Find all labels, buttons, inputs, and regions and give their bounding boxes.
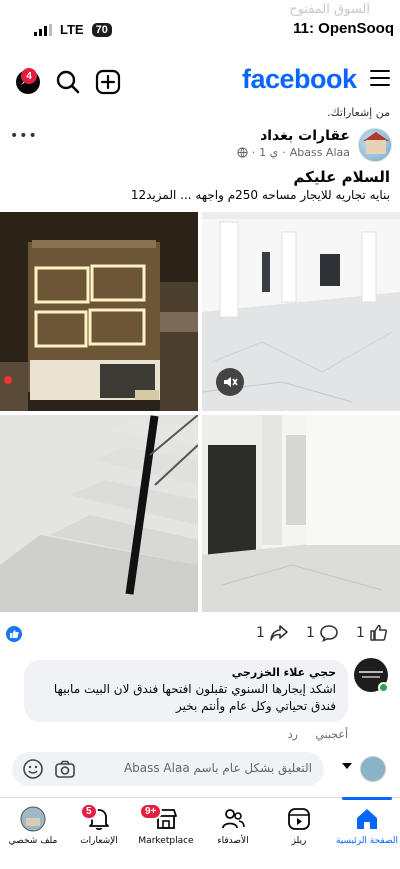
comment-button[interactable]: 1 (306, 624, 339, 642)
nav-marketplace[interactable]: 9+ Marketplace (133, 802, 199, 862)
facebook-logo[interactable]: facebook (242, 64, 357, 95)
reaction-bar: 1 1 1 (0, 622, 400, 646)
app-header: 4 facebook (0, 60, 400, 104)
nav-label: الإشعارات (80, 836, 118, 846)
speaker-muted-icon (224, 377, 238, 387)
post-author[interactable]: Abass Alaa (290, 146, 350, 159)
notification-badge: 5 (80, 803, 98, 820)
menu-icon[interactable] (370, 70, 390, 91)
reels-icon (288, 808, 310, 830)
status-indicators: LTE 70 (34, 22, 112, 37)
status-bar: السوق المفتوح 11: OpenSooq LTE 70 (0, 0, 400, 58)
plus-square-icon (95, 69, 121, 95)
more-options-icon[interactable]: ••• (10, 128, 38, 144)
photo-hall-interior[interactable] (202, 212, 400, 411)
search-button[interactable] (54, 68, 82, 96)
photo-staircase[interactable] (0, 415, 198, 612)
photo-entrance-room[interactable] (202, 415, 400, 612)
commenter-avatar[interactable] (354, 658, 389, 693)
mute-button[interactable] (216, 368, 244, 396)
nav-home[interactable]: الصفحة الرئيسية (334, 797, 400, 862)
like-count: 1 (356, 625, 365, 641)
nav-label: Marketplace (138, 836, 194, 846)
nav-label: ريلز (291, 836, 307, 846)
like-button[interactable]: 1 (356, 624, 389, 642)
comment-input[interactable]: التعليق بشكل عام باسم Abass Alaa (12, 752, 324, 786)
from-notifications-label: من إشعاراتك. (327, 106, 390, 119)
nav-friends[interactable]: الأصدقاء (200, 802, 266, 862)
nav-reels[interactable]: ريلز (266, 802, 332, 862)
photo-building-facade[interactable] (0, 212, 198, 411)
clock-carrier: 11: OpenSooq (293, 20, 394, 37)
separator-dot: · (251, 146, 256, 159)
comment-bubble[interactable]: حجي علاء الخزرجي اشكد إيجارها السنوي تقب… (24, 660, 348, 722)
page-avatar[interactable] (358, 128, 392, 162)
post-description[interactable]: بنايه تجاريه للايجار مساحه 250م واجهه ..… (131, 188, 390, 202)
home-icon (357, 809, 377, 829)
share-button[interactable]: 1 (256, 624, 289, 642)
nav-label: ملف شخصي (8, 836, 58, 846)
comment-placeholder: التعليق بشكل عام باسم Abass Alaa (123, 761, 312, 775)
post-header: ••• عقارات بغداد · 1 ي · Abass Alaa (0, 124, 400, 164)
chevron-down-icon[interactable] (342, 763, 352, 769)
clock: 11: (293, 20, 314, 37)
marketplace-badge: 9+ (139, 803, 163, 820)
like-reaction-icon[interactable] (6, 626, 22, 642)
post-time: 1 ي (259, 146, 279, 159)
messenger-badge: 4 (21, 68, 37, 84)
separator-dot: · (282, 146, 286, 159)
share-count: 1 (256, 625, 265, 641)
emoji-icon[interactable] (22, 758, 44, 780)
comment-composer: التعليق بشكل عام باسم Abass Alaa (0, 750, 400, 790)
bottom-nav: ملف شخصي 5 الإشعارات 9+ Marketplace الأص… (0, 797, 400, 869)
comment-count: 1 (306, 625, 315, 641)
network-type: LTE (60, 22, 84, 37)
create-button[interactable] (94, 68, 122, 96)
nav-label: الصفحة الرئيسية (335, 836, 399, 846)
battery-icon: 70 (91, 22, 112, 37)
globe-icon (236, 147, 248, 158)
photo-grid (0, 212, 400, 612)
nav-label: الأصدقاء (217, 836, 249, 846)
messenger-button[interactable]: 4 (14, 68, 42, 96)
comment-reply-link[interactable]: رد (288, 728, 298, 741)
nav-notifications[interactable]: 5 الإشعارات (66, 802, 132, 862)
thumbs-up-icon (370, 624, 387, 641)
page-name[interactable]: عقارات بغداد (260, 128, 350, 144)
signal-icon (34, 23, 52, 36)
profile-icon (20, 806, 46, 832)
comment-author[interactable]: حجي علاء الخزرجي (36, 666, 336, 679)
search-icon (56, 70, 80, 94)
comment-icon (320, 625, 338, 642)
carrier-name: OpenSooq (318, 20, 394, 37)
comment-text: اشكد إيجارها السنوي تقبلون افتحها فندق ل… (53, 682, 336, 713)
comment-like-link[interactable]: أعجبني (315, 728, 348, 741)
share-icon (270, 625, 288, 641)
current-user-avatar[interactable] (360, 756, 386, 782)
camera-icon[interactable] (54, 758, 76, 780)
post-title: السلام عليكم (293, 168, 390, 186)
friends-icon (222, 809, 245, 829)
nav-profile[interactable]: ملف شخصي (0, 802, 66, 862)
watermark: السوق المفتوح (289, 2, 370, 17)
post-meta: · 1 ي · Abass Alaa (236, 146, 350, 159)
online-indicator (378, 682, 389, 693)
